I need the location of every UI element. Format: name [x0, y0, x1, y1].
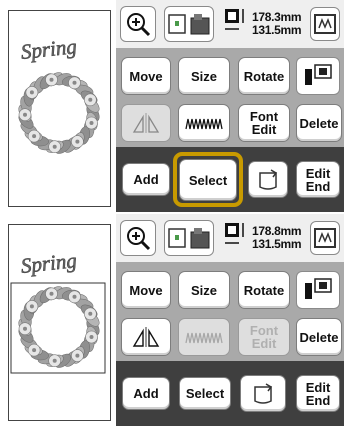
embroidery-frame-icon: [259, 168, 278, 190]
embroidery-frame-icon: [254, 382, 273, 404]
wreath-flower-center: [75, 139, 80, 144]
edit-end-label-line1: Edit: [305, 165, 331, 181]
wreath-flower-center: [52, 144, 57, 149]
hoop-selection-button[interactable]: [164, 6, 214, 42]
top-edit-screen: Spring 178.3mm 131.5mm Move Size Rotate …: [0, 0, 344, 212]
move-button[interactable]: Move: [121, 57, 171, 95]
wreath-flower-center: [23, 326, 27, 331]
magnify-button[interactable]: [120, 6, 156, 42]
wreath-design-icon: Spring: [10, 248, 106, 374]
width-value: 131.5mm: [252, 237, 302, 251]
delete-button[interactable]: Delete: [296, 104, 342, 142]
wreath-flower-center: [72, 80, 77, 85]
wreath-flower-center: [49, 291, 54, 296]
font-edit-label-line2: Edit: [251, 336, 277, 351]
density-icon: [185, 332, 223, 344]
wreath-flower-center: [89, 121, 94, 125]
select-button[interactable]: Select: [179, 159, 237, 201]
add-button[interactable]: Add: [122, 163, 170, 196]
edit-end-label-line2: End: [305, 392, 331, 408]
spring-text: Spring: [20, 34, 78, 64]
thread-color-button[interactable]: [296, 271, 340, 309]
rotate-button[interactable]: Rotate: [238, 57, 290, 95]
mirror-icon: [132, 113, 160, 133]
wreath-flower-center: [88, 311, 93, 316]
wreath-flower-center: [89, 335, 94, 339]
embroidery-preview: Spring: [8, 224, 111, 421]
thread-color-icon: [305, 278, 332, 299]
move-button[interactable]: Move: [121, 271, 171, 309]
wreath-flower-center: [88, 97, 93, 102]
hoop-selection-button[interactable]: [164, 220, 214, 256]
hoop-icon: [314, 228, 336, 248]
spring-text: Spring: [20, 248, 78, 278]
edit-end-label-line1: Edit: [305, 379, 331, 395]
embroidery-frame-button[interactable]: [240, 375, 286, 412]
edit-end-label-line2: End: [305, 178, 331, 194]
wreath-flower-center: [29, 90, 34, 95]
mirror-icon: [132, 327, 160, 347]
hoop-select-icon: [168, 14, 210, 35]
embroidery-preview: Spring: [8, 10, 111, 207]
magnify-icon: [127, 227, 151, 251]
bottom-edit-screen: Spring 178.8mm 131.5mm Move Size Rotate …: [0, 214, 344, 426]
delete-button[interactable]: Delete: [296, 318, 342, 356]
rotate-button[interactable]: Rotate: [238, 271, 290, 309]
hoop-select-icon: [168, 228, 210, 249]
size-indicator-icon: [225, 9, 244, 30]
size-button[interactable]: Size: [178, 271, 230, 309]
edit-end-button[interactable]: Edit End: [296, 375, 340, 412]
size-indicator-icon: [225, 223, 244, 244]
control-panel: 178.8mm 131.5mm Move Size Rotate Font Ed…: [116, 214, 344, 426]
add-button[interactable]: Add: [122, 377, 170, 410]
wreath-flower-center: [52, 358, 57, 363]
font-edit-label-line2: Edit: [251, 122, 277, 137]
size-button[interactable]: Size: [178, 57, 230, 95]
select-button[interactable]: Select: [179, 377, 231, 410]
control-panel: 178.3mm 131.5mm Move Size Rotate Font Ed…: [116, 0, 344, 212]
mirror-button[interactable]: [121, 104, 171, 142]
magnify-button[interactable]: [120, 220, 156, 256]
wreath-flower-center: [49, 77, 54, 82]
width-value: 131.5mm: [252, 23, 302, 37]
font-edit-button[interactable]: Font Edit: [238, 104, 290, 142]
density-icon: [185, 118, 223, 130]
mirror-button[interactable]: [121, 318, 171, 356]
wreath-flower-center: [32, 134, 37, 139]
thread-color-button[interactable]: [296, 57, 340, 95]
wreath-flower-center: [29, 304, 34, 309]
hoop-icon: [314, 14, 336, 34]
wreath-flower-center: [23, 112, 27, 117]
wreath-flower-center: [32, 348, 37, 353]
hoop-button[interactable]: [310, 221, 340, 255]
magnify-icon: [127, 13, 151, 37]
wreath-flower-center: [72, 294, 77, 299]
thread-color-icon: [305, 64, 332, 85]
font-edit-button[interactable]: Font Edit: [238, 318, 290, 356]
wreath-design-icon: Spring: [18, 34, 100, 154]
hoop-button[interactable]: [310, 7, 340, 41]
wreath-flower-center: [75, 353, 80, 358]
edit-end-button[interactable]: Edit End: [296, 161, 340, 198]
embroidery-frame-button[interactable]: [248, 161, 288, 198]
density-button[interactable]: [178, 318, 230, 356]
density-button[interactable]: [178, 104, 230, 142]
